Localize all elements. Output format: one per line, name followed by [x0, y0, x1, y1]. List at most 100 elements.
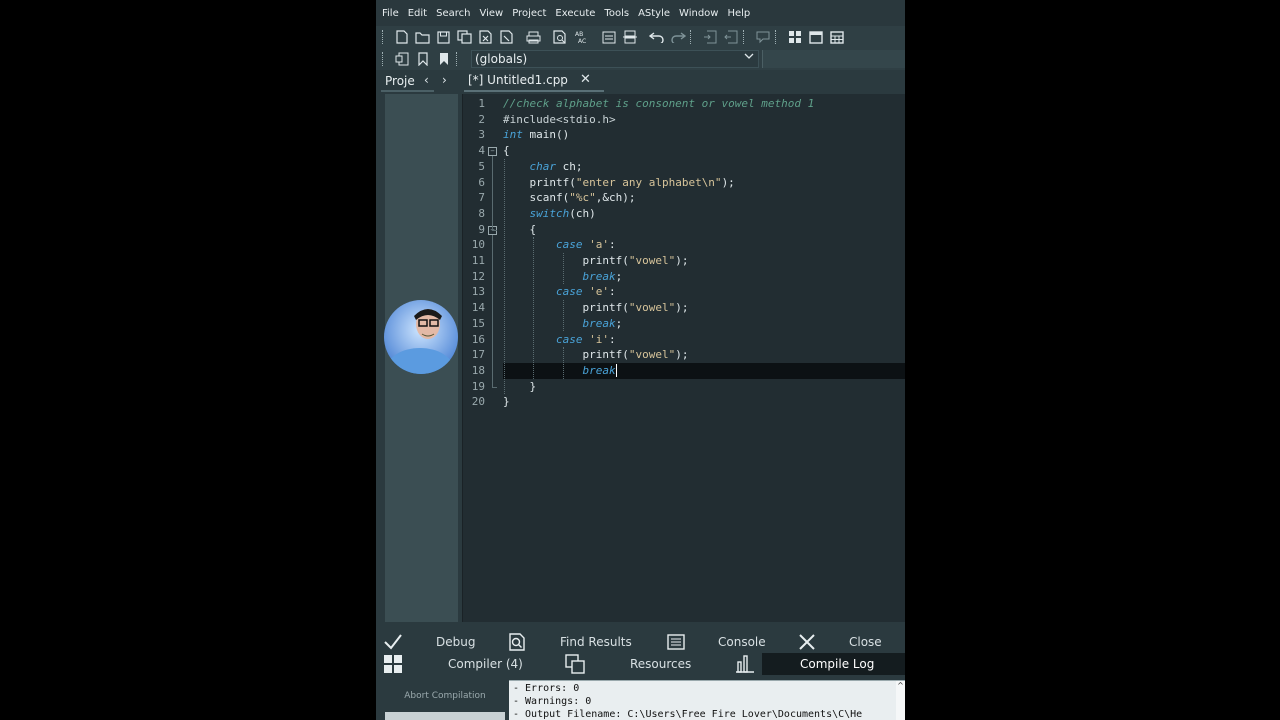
line-gutter: 1 2 3 4 5 6 7 8 9 10 11 12 13 14 15 16 17 18 19 20− − — [463, 94, 497, 622]
chevron-left-icon[interactable]: ‹ — [424, 70, 429, 92]
line-number: 18 — [471, 363, 485, 377]
menu-edit[interactable]: Edit — [408, 8, 427, 19]
tab-compile-log[interactable]: Compile Log — [800, 653, 874, 675]
open-folder-icon[interactable] — [412, 28, 433, 46]
code-line[interactable]: int main() — [503, 127, 569, 143]
code-line[interactable]: //check alphabet is consonent or vowel m… — [503, 96, 814, 112]
code-token: (ch) — [569, 206, 596, 220]
checkmark-icon[interactable] — [382, 631, 404, 653]
menu-tools[interactable]: Tools — [604, 8, 629, 19]
code-line[interactable]: printf("vowel"); — [503, 300, 688, 316]
fold-toggle-icon[interactable]: − — [488, 147, 497, 157]
code-line[interactable]: #include<stdio.h> — [503, 112, 616, 128]
code-token: { — [503, 222, 537, 236]
close-panel-button[interactable]: Close — [849, 631, 882, 653]
toolbar-grip[interactable] — [456, 52, 461, 66]
code-editor[interactable]: 1 2 3 4 5 6 7 8 9 10 11 12 13 14 15 16 17 18 19 20− − //chec… — [462, 94, 905, 622]
menu-astyle[interactable]: AStyle — [638, 8, 670, 19]
close-icon[interactable] — [796, 631, 818, 653]
table-icon[interactable] — [826, 28, 847, 46]
goto-line-icon[interactable] — [598, 28, 619, 46]
bar-chart-icon[interactable] — [734, 653, 756, 675]
line-number: 20 — [471, 395, 485, 409]
code-line[interactable]: case 'e': — [503, 284, 616, 300]
code-line[interactable]: scanf("%c",&ch); — [503, 190, 635, 206]
replace-icon[interactable]: AB AC — [571, 28, 592, 46]
toolbar-grip[interactable] — [690, 30, 695, 44]
line-number: 16 — [471, 332, 485, 346]
code-token: switch — [529, 206, 570, 220]
abort-compilation-button[interactable]: Abort Compilation — [385, 683, 505, 709]
tabs-row: Proje ‹ › [*] Untitled1.cpp ✕ — [376, 70, 905, 92]
unindent-icon[interactable] — [720, 28, 741, 46]
menu-view[interactable]: View — [479, 8, 503, 19]
code-line[interactable]: case 'a': — [503, 237, 616, 253]
toolbar-grip[interactable] — [382, 52, 387, 66]
code-line[interactable]: printf("vowel"); — [503, 253, 688, 269]
menu-search[interactable]: Search — [436, 8, 470, 19]
code-token: main() — [522, 128, 570, 142]
class-browser-icon[interactable] — [391, 50, 412, 68]
code-token: "vowel" — [628, 254, 676, 267]
save-icon[interactable] — [433, 28, 454, 46]
chevron-right-icon[interactable]: › — [442, 70, 447, 92]
code-token: : — [608, 285, 616, 299]
bookmark-icon[interactable] — [412, 50, 433, 68]
code-line[interactable]: printf("enter any alphabet\n"); — [503, 175, 734, 191]
indent-guide — [563, 300, 564, 332]
find-icon[interactable] — [550, 28, 571, 46]
resources-icon[interactable] — [564, 653, 586, 675]
close-all-icon[interactable] — [496, 28, 517, 46]
fold-end — [492, 380, 497, 388]
toolbar-grip[interactable] — [382, 30, 387, 44]
tab-debug[interactable]: Debug — [436, 631, 475, 653]
code-line[interactable]: { — [503, 222, 536, 238]
close-file-icon[interactable] — [475, 28, 496, 46]
chevron-down-icon[interactable] — [744, 51, 754, 67]
code-line[interactable]: char ch; — [503, 159, 583, 175]
toolbar-grip[interactable] — [775, 30, 780, 44]
code-line[interactable]: } — [503, 394, 510, 410]
menu-file[interactable]: File — [382, 8, 399, 19]
close-icon[interactable]: ✕ — [580, 70, 591, 90]
code-line[interactable]: case 'i': — [503, 332, 616, 348]
code-line[interactable]: { — [503, 143, 510, 159]
split-view-icon[interactable] — [619, 28, 640, 46]
redo-icon[interactable] — [667, 28, 688, 46]
fold-end — [492, 223, 497, 231]
tab-compiler[interactable]: Compiler (4) — [448, 653, 523, 675]
scroll-up-icon[interactable]: ^ — [896, 681, 905, 720]
scope-select[interactable]: (globals) — [471, 50, 759, 68]
line-number: 13 — [471, 285, 485, 299]
indent-guide — [563, 347, 564, 379]
function-select[interactable] — [762, 50, 905, 68]
console-icon[interactable] — [665, 631, 687, 653]
code-token: ); — [675, 254, 689, 267]
fold-line — [492, 156, 493, 227]
compile-log-output[interactable]: - Errors: 0 - Warnings: 0 - Output Filen… — [509, 680, 905, 720]
tab-console[interactable]: Console — [718, 631, 766, 653]
print-icon[interactable] — [523, 28, 544, 46]
code-line[interactable]: switch(ch) — [503, 206, 596, 222]
bookmark-filled-icon[interactable] — [433, 50, 454, 68]
compiler-icon[interactable] — [382, 653, 404, 675]
undo-icon[interactable] — [646, 28, 667, 46]
menu-project[interactable]: Project — [512, 8, 546, 19]
tab-find-results[interactable]: Find Results — [560, 631, 632, 653]
menu-window[interactable]: Window — [679, 8, 718, 19]
window-icon[interactable] — [805, 28, 826, 46]
log-line: - Output Filename: C:\Users\Free Fire Lo… — [513, 709, 863, 720]
find-results-icon[interactable] — [506, 631, 528, 653]
tab-resources[interactable]: Resources — [630, 653, 691, 675]
new-file-icon[interactable] — [391, 28, 412, 46]
tile-windows-icon[interactable] — [784, 28, 805, 46]
menu-execute[interactable]: Execute — [555, 8, 595, 19]
toolbar-grip[interactable] — [743, 30, 748, 44]
code-line[interactable]: } — [503, 379, 536, 395]
save-all-icon[interactable] — [454, 28, 475, 46]
indent-icon[interactable] — [699, 28, 720, 46]
comment-icon[interactable] — [752, 28, 773, 46]
menu-help[interactable]: Help — [727, 8, 750, 19]
code-line[interactable]: printf("vowel"); — [503, 347, 688, 363]
